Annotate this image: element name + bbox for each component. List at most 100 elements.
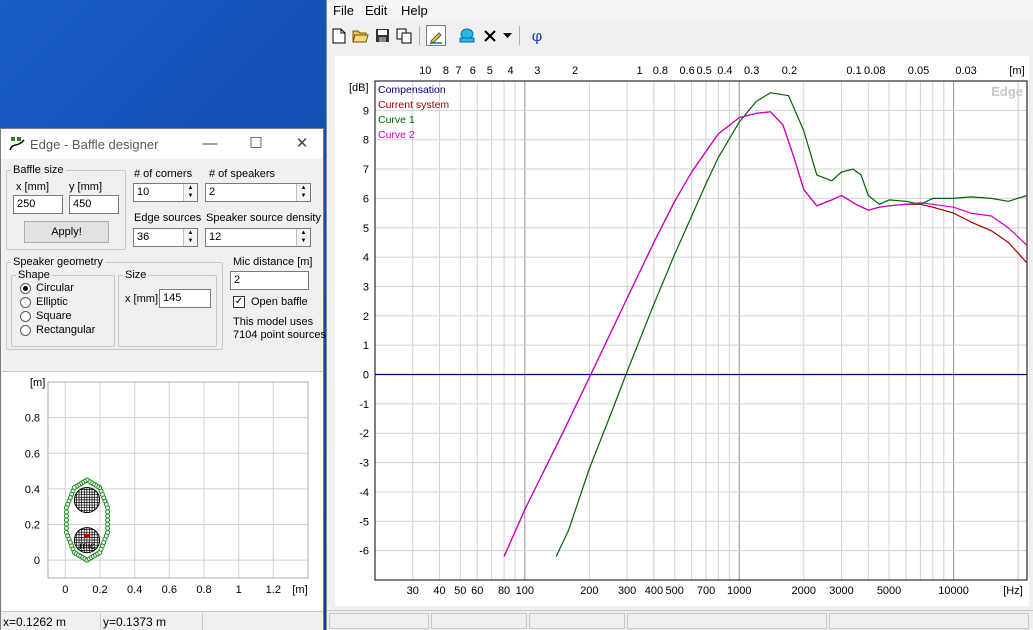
size-x-input[interactable]: 145 [159,289,211,308]
minimize-icon[interactable]: — [199,134,221,154]
top-tick-label: 0.08 [864,65,885,77]
phase-phi-icon[interactable]: φ [527,25,547,46]
radio-rectangular[interactable] [20,325,31,336]
radio-rectangular-label[interactable]: Rectangular [36,324,95,336]
radio-circular[interactable] [20,283,31,294]
copy-icon[interactable] [394,25,414,46]
menu-bar: File Edit Help [327,0,1033,20]
y-axis-label: [dB] [349,82,369,94]
y-tick-label: -5 [359,516,369,528]
x-tick-label: 400 [645,585,663,597]
edge-source-point [105,513,111,519]
baffle-size-group: Baffle size x [mm] y [mm] 250 450 Apply! [6,164,126,250]
y-tick-label: -3 [359,458,369,470]
baffle-y-input[interactable]: 450 [69,195,119,214]
new-file-icon[interactable] [329,25,349,46]
edge-source-point [63,505,69,511]
model-info-line1: This model uses [233,316,314,328]
frequency-response-plot[interactable]: -6 -5 -4 -3 -2 -1 0 1 2 3 4 5 6 7 8 9 [dB] 30 40 50 60 80 100 2… [335,56,1029,606]
x-tick-label: 700 [697,585,715,597]
menu-help[interactable]: Help [401,3,428,18]
mic-label: mic [79,541,95,552]
spinner-arrows-icon[interactable]: ▲ ▼ [296,184,310,201]
open-baffle-label[interactable]: Open baffle [251,296,308,308]
x-tick-label: 0 [62,584,68,596]
status-pane [627,613,827,629]
legend-item: Curve 1 [378,114,415,126]
spinner-arrows-icon[interactable]: ▲ ▼ [183,229,197,246]
y-tick-label: 6 [363,193,369,205]
legend-item: Current system [378,99,449,111]
edge-source-point [63,517,69,523]
y-tick-label: 4 [363,252,369,264]
radio-square[interactable] [20,311,31,322]
save-icon[interactable] [372,25,392,46]
y-tick-label: 1 [363,340,369,352]
top-tick-label: 8 [443,65,449,77]
open-baffle-checkbox[interactable]: ✓ [233,296,245,308]
top-tick-label: 10 [419,65,431,77]
top-tick-label: 0.03 [955,65,976,77]
close-icon[interactable]: ✕ [291,134,313,154]
delete-curve-icon[interactable] [480,25,500,46]
top-tick-label: 0.8 [653,65,668,77]
menu-file[interactable]: File [333,3,354,18]
baffle-x-input[interactable]: 250 [13,195,63,214]
x-tick-label: 10000 [938,585,969,597]
y-tick-label: 0.8 [25,413,40,425]
top-axis-label: [m] [1009,65,1024,77]
speaker-layout-icon[interactable] [457,25,477,46]
corners-label: # of corners [134,168,193,180]
x-axis-label: [m] [292,584,307,596]
app-icon [9,136,25,152]
plot-frame [374,80,1028,581]
status-pane [529,613,625,629]
edge-sources-value: 36 [137,231,150,243]
speakers-spinner[interactable]: 2 ▲ ▼ [205,183,311,202]
radio-square-label[interactable]: Square [36,310,71,322]
menu-edit[interactable]: Edit [365,3,387,18]
top-tick-label: 0.4 [717,65,732,77]
x-tick-label: 40 [433,585,445,597]
radio-circular-label[interactable]: Circular [36,282,74,294]
edge-sources-spinner[interactable]: 36 ▲ ▼ [133,228,198,247]
x-tick-label: 0.4 [127,584,142,596]
title-bar[interactable]: Edge - Baffle designer — ☐ ✕ [1,129,323,159]
density-spinner[interactable]: 12 ▲ ▼ [205,228,311,247]
main-status-bar [327,610,1033,630]
edge-source-point [63,521,69,527]
speakers-label: # of speakers [209,168,276,180]
radio-elliptic[interactable] [20,297,31,308]
status-pane [203,613,321,630]
spinner-arrows-icon[interactable]: ▲ ▼ [183,184,197,201]
maximize-icon[interactable]: ☐ [245,134,267,154]
group-label: Speaker geometry [11,256,105,268]
top-tick-label: 3 [534,65,540,77]
top-tick-label: 0.6 [680,65,695,77]
edge-source-point [105,509,111,515]
spinner-arrows-icon[interactable]: ▲ ▼ [296,229,310,246]
draw-pen-icon[interactable] [426,25,446,46]
x-tick-label: 100 [516,585,534,597]
baffle-layout-plot[interactable]: 0 0.2 0.4 0.6 0.8 [m] 0 0.2 0.4 0.6 0.8 1 1.2 [m] mic [2,371,323,611]
size-x-label: x [mm] [125,293,158,305]
edge-source-point [63,509,69,515]
mic-distance-input[interactable]: 2 [230,271,309,290]
y-tick-label: 0 [34,555,40,567]
shape-group: Shape Circular Elliptic Square Rectangul… [11,269,115,347]
y-tick-label: -1 [359,399,369,411]
speakers-value: 2 [209,186,216,198]
top-tick-label: 4 [507,65,513,77]
apply-button[interactable]: Apply! [24,221,109,243]
x-tick-label: 5000 [877,585,901,597]
chevron-down-icon[interactable] [500,25,514,46]
radio-elliptic-label[interactable]: Elliptic [36,296,68,308]
toolbar-separator [519,26,520,45]
top-tick-label: 6 [470,65,476,77]
model-info-line2: 7104 point sources [233,329,326,341]
status-pane [829,613,1029,629]
open-folder-icon[interactable] [350,25,370,46]
baffle-designer-window: Edge - Baffle designer — ☐ ✕ Baffle size… [0,128,326,630]
x-tick-label: 0.6 [162,584,177,596]
corners-spinner[interactable]: 10 ▲ ▼ [133,183,198,202]
